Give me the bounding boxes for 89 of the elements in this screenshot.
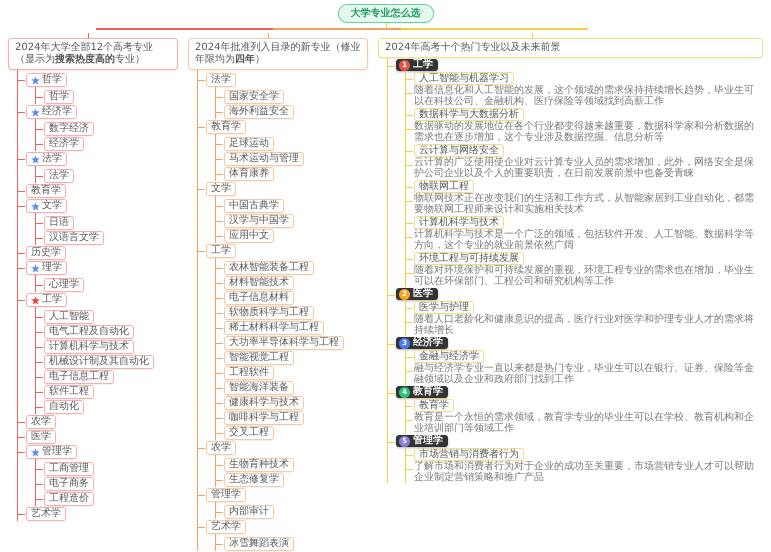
topic-node: 哲学 — [44, 90, 74, 104]
topic-node: 智能海洋装备 — [224, 381, 294, 395]
branch-header: 2024年大学全部12个高考专业（显示为搜索热度高的专业） — [8, 38, 178, 70]
topic-node: 农学 — [26, 415, 56, 429]
description-text: 了解市场和消费者行为对于企业的成功至关重要，市场营销专业人才可以帮助企业制定营销策略和推广产品 — [414, 462, 755, 483]
node-label: 理学 — [42, 262, 62, 274]
topic-node: 金融与经济学 — [414, 350, 484, 363]
topic-node: 工程软件 — [224, 366, 274, 380]
branch-header: 2024年高考十个热门专业以及未来前景 — [378, 38, 763, 58]
topic-node: 物联网工程 — [414, 180, 474, 193]
topic-node: 软件工程 — [44, 385, 94, 399]
description-text: 云计算的广泛使用使企业对云计算专业人员的需求增加，此外，网络安全是保护公司企业以及个人的重要职责，在日前发展前景中也备受青睐 — [414, 158, 755, 179]
topic-node: 计算机科学与技术 — [414, 216, 504, 229]
topic-node: 机械设计制及其自动化 — [44, 355, 154, 369]
topic-node: 人工智能 — [44, 310, 94, 324]
node-label: 工学 — [42, 294, 62, 306]
topic-node: 教育学 — [206, 120, 246, 134]
topic-node: 中国古典学 — [224, 199, 284, 213]
description-text: 计算机科学与技术是一个广泛的领域，包括软件开发、人工智能、数据科学等方向，这个专业的就业前景依然广阔 — [414, 230, 755, 251]
topic-node: 电子信息工程 — [44, 370, 114, 384]
topic-node: 生物育种技术 — [224, 458, 294, 472]
topic-node: 内部审计 — [224, 505, 274, 519]
topic-node: 艺术学 — [206, 520, 246, 534]
topic-node: 历史学 — [26, 246, 66, 260]
category-label: 管理学 — [413, 435, 443, 447]
description-text: 融与经济学专业一直以来都是热门专业，毕业生可以在银行、证券、保险等金融领域以及企业和政府部门找到工作 — [414, 364, 755, 385]
description-text: 随着人口老龄化和健康意识的提高，医疗行业对医学和护理专业人才的需求将持续增长 — [414, 315, 755, 336]
topic-node: 国家安全学 — [224, 90, 284, 104]
topic-node: 大功率半导体科学与工程 — [224, 336, 344, 350]
topic-node: 自动化 — [44, 400, 84, 414]
topic-node: 冰雪舞蹈表演 — [224, 537, 294, 551]
description-text: 物联网技术正在改变我们的生活和工作方式，从智能家居到工业自动化，都需要物联网工程师来设计和实施相关技术 — [414, 194, 755, 215]
topic-node: 数据科学与大数据分析 — [414, 108, 524, 121]
topic-node: 咖啡科学与工程 — [224, 411, 304, 425]
node-label: 文学 — [42, 200, 62, 212]
topic-node: 心理学 — [44, 278, 84, 292]
topic-node: 农林智能装备工程 — [224, 261, 314, 275]
topic-node: 工学 — [206, 244, 236, 258]
topic-node: 农学 — [206, 441, 236, 455]
description-text: 随着对环境保护和可持续发展的重视，环境工程专业的需求也在增加，毕业生可以在环保部门、工程公司和研究机构等工作 — [414, 266, 755, 287]
topic-node: 法学 — [206, 73, 236, 87]
topic-node: 文学 — [206, 182, 236, 196]
topic-node: 稀土材料科学与工程 — [224, 321, 324, 335]
node-label: 哲学 — [42, 74, 62, 86]
topic-node: 环境工程与可持续发展 — [414, 252, 524, 265]
topic-node: 应用中文 — [224, 229, 274, 243]
topic-node: 计算机科学与技术 — [44, 340, 134, 354]
topic-node: 电气工程及自动化 — [44, 325, 134, 339]
topic-node: 医学 — [26, 430, 56, 444]
category-label: 工学 — [413, 59, 433, 71]
topic-node: 工程造价 — [44, 492, 94, 506]
topic-node: 智能视觉工程 — [224, 351, 294, 365]
node-label: 管理学 — [42, 446, 72, 458]
branch-header: 2024年批准列入目录的新专业（修业年限均为四年） — [188, 38, 368, 70]
topic-node: 材料智能技术 — [224, 276, 294, 290]
topic-node: 管理学 — [206, 488, 246, 502]
topic-node: 市场营销与消费者行为 — [414, 448, 524, 461]
topic-node: 日语 — [44, 216, 74, 230]
topic-node: 体育康养 — [224, 167, 274, 181]
topic-node: 人工智能与机器学习 — [414, 72, 514, 85]
topic-node: 教育学 — [414, 399, 454, 412]
node-label: 经济学 — [42, 106, 72, 118]
topic-node: 交叉工程 — [224, 426, 274, 440]
topic-node: 海外利益安全 — [224, 105, 294, 119]
topic-node: 电子信息材料 — [224, 291, 294, 305]
topic-node: 法学 — [44, 169, 74, 183]
topic-node: 电子商务 — [44, 477, 94, 491]
topic-node: 经济学 — [44, 137, 84, 151]
topic-node: 汉学与中国学 — [224, 214, 294, 228]
topic-node: 汉语言文学 — [44, 231, 104, 245]
description-text: 随着信息化和人工智能的发展，这个领域的需求保持持续增长趋势，毕业生可以在科技公司、金融机构、医疗保险等领域找到高薪工作 — [414, 86, 755, 107]
topic-node: 云计算与网络安全 — [414, 144, 504, 157]
topic-node: 健康科学与技术 — [224, 396, 304, 410]
category-label: 经济学 — [413, 337, 443, 349]
topic-node: 教育学 — [26, 184, 66, 198]
topic-node: 软物质科学与工程 — [224, 306, 314, 320]
topic-node: 生态修复学 — [224, 473, 284, 487]
description-text: 数据驱动的发展地位在各个行业都变得越来越重要，数据科学家和分析数据的需求也在逐步增加，这个专业涉及数据挖掘、信息分析等 — [414, 122, 755, 143]
topic-node: 工商管理 — [44, 462, 94, 476]
topic-node: 马术运动与管理 — [224, 152, 304, 166]
topic-node: 艺术学 — [26, 507, 66, 521]
node-label: 法学 — [42, 153, 62, 165]
description-text: 教育是一个永恒的需求领域，教育学专业的毕业生可以在学校、教育机构和企业培训部门等领域工作 — [414, 413, 755, 434]
topic-node: 医学与护理 — [414, 301, 474, 314]
category-label: 教育学 — [413, 386, 443, 398]
topic-node: 数字经济 — [44, 122, 94, 136]
category-label: 医学 — [413, 288, 433, 300]
central-topic: 大学专业怎么选 — [338, 4, 434, 23]
topic-node: 足球运动 — [224, 137, 274, 151]
